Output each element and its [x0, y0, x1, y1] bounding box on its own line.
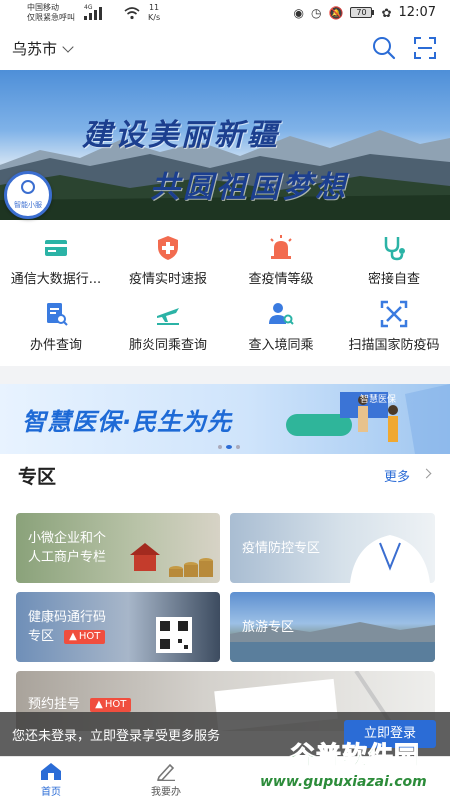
emergency-only-text: 仅限紧急呼叫 [27, 13, 75, 22]
card-label: 小微企业和个 人工商户专栏 [28, 529, 106, 567]
card-label-line2: 专区 [28, 629, 55, 644]
eye-icon: ◉ [293, 5, 305, 20]
status-bar: 中国移动 仅限紧急呼叫 4G 11 K/s ◉ ◷ 🔕 70 ✿ 12:07 [0, 0, 450, 28]
service-scan-health-code[interactable]: 扫描国家防疫码 [338, 300, 450, 353]
shield-plus-icon [158, 236, 178, 260]
hero-banner[interactable]: 建设美丽新疆 共圆祖国梦想 [0, 70, 450, 220]
network-type: 4G [84, 4, 93, 11]
watermark-url: www.gupuxiazai.com [260, 774, 427, 790]
service-label: 办件查询 [29, 338, 82, 353]
city-selector[interactable]: 乌苏市 [12, 38, 74, 59]
service-flight-query[interactable]: 肺炎同乘查询 [112, 300, 224, 353]
banner-slogan-1: 建设美丽新疆 [82, 118, 280, 153]
card-label-line2: 人工商户专栏 [28, 550, 107, 565]
card-tourism-zone[interactable]: 旅游专区 [230, 592, 435, 662]
service-telecom-bigdata[interactable]: 通信大数据行... [0, 234, 112, 287]
site-watermark: 谷普软件园 www.gupuxiazai.com [250, 736, 450, 798]
city-name: 乌苏市 [12, 40, 58, 58]
assistant-icon [21, 180, 35, 194]
hot-badge: ▲ HOT [64, 629, 106, 644]
leaf-icon: ✿ [381, 5, 392, 20]
chevron-right-icon [421, 468, 432, 479]
card-label: 旅游专区 [242, 620, 295, 635]
network-speed: 11 K/s [148, 3, 160, 23]
service-label: 密接自查 [367, 272, 420, 287]
nav-label: 我要办 [151, 787, 181, 798]
card-small-business[interactable]: 小微企业和个 人工商户专栏 [16, 513, 220, 583]
clock-time: 12:07 [398, 5, 436, 20]
doc-search-icon [47, 303, 68, 326]
carrier-info: 中国移动 仅限紧急呼叫 [27, 3, 75, 23]
watermark-title: 谷普软件园 [289, 741, 421, 771]
service-label: 疫情实时速报 [128, 272, 207, 287]
card-epidemic-zone[interactable]: 疫情防控专区 [230, 513, 435, 583]
nav-home[interactable]: 首页 [16, 761, 86, 798]
chevron-down-icon [62, 40, 74, 53]
mute-icon: 🔕 [328, 5, 344, 20]
promo-banner[interactable]: 智慧医保·民生为先 智慧医保 [0, 384, 450, 454]
scan-icon[interactable] [414, 37, 436, 59]
nav-label: 首页 [41, 787, 61, 798]
fire-icon: ▲ [95, 698, 103, 710]
pen-icon [156, 763, 175, 781]
alarm-icon [270, 235, 292, 259]
promo-slogan: 智慧医保·民生为先 [22, 408, 233, 436]
service-entry-query[interactable]: 查入境同乘 [225, 300, 337, 353]
card-label-line1: 健康码通行码 [28, 610, 107, 625]
zone-title: 专区 [18, 466, 57, 488]
speed-value: 11 [148, 3, 160, 12]
zone-header: 专区 更多 [0, 454, 450, 498]
promo-badge: 智慧医保 [360, 395, 397, 405]
banner-slogan-2: 共圆祖国梦想 [150, 170, 348, 205]
card-label-line1: 小微企业和个 [28, 531, 107, 546]
service-epidemic-report[interactable]: 疫情实时速报 [112, 234, 224, 287]
carousel-indicator [218, 445, 240, 449]
smart-assistant-button[interactable]: 智能小服 [4, 171, 52, 219]
home-icon [41, 763, 61, 780]
card-label-line1: 预约挂号 [28, 697, 81, 712]
plane-icon [157, 308, 179, 325]
service-label: 扫描国家防疫码 [348, 338, 440, 353]
login-prompt-text: 您还未登录，立即登录享受更多服务 [12, 729, 221, 744]
service-case-query[interactable]: 办件查询 [0, 300, 112, 353]
zone-more-link[interactable]: 更多 [384, 466, 410, 485]
carrier-name: 中国移动 [27, 3, 59, 12]
qr-scan-icon [380, 300, 408, 328]
wifi-icon [124, 7, 140, 20]
hot-badge: ▲ HOT [90, 697, 132, 712]
fire-icon: ▲ [69, 630, 77, 642]
service-label: 查疫情等级 [248, 272, 314, 287]
person-search-icon [269, 303, 294, 325]
card-health-code[interactable]: 健康码通行码 专区 ▲ HOT [16, 592, 220, 662]
service-close-contact-check[interactable]: 密接自查 [338, 234, 450, 287]
section-divider [0, 366, 450, 384]
service-risk-level[interactable]: 查疫情等级 [225, 234, 337, 287]
card-label: 疫情防控专区 [242, 541, 321, 556]
service-label: 查入境同乘 [248, 338, 314, 353]
service-label: 肺炎同乘查询 [128, 338, 207, 353]
status-right: ◉ ◷ 🔕 70 ✿ 12:07 [294, 5, 436, 20]
service-label: 通信大数据行... [10, 272, 102, 287]
speed-unit: K/s [148, 13, 161, 22]
alarm-clock-icon: ◷ [311, 5, 322, 20]
search-icon[interactable] [372, 36, 396, 60]
nav-services[interactable]: 我要办 [131, 761, 201, 798]
assistant-label: 智能小服 [14, 201, 42, 209]
battery-icon: 70 [350, 7, 375, 18]
card-label: 健康码通行码 专区 ▲ HOT [28, 608, 106, 646]
card-icon [45, 240, 67, 256]
battery-level: 70 [350, 7, 373, 18]
app-header: 乌苏市 [0, 28, 450, 70]
stethoscope-icon [384, 237, 405, 261]
